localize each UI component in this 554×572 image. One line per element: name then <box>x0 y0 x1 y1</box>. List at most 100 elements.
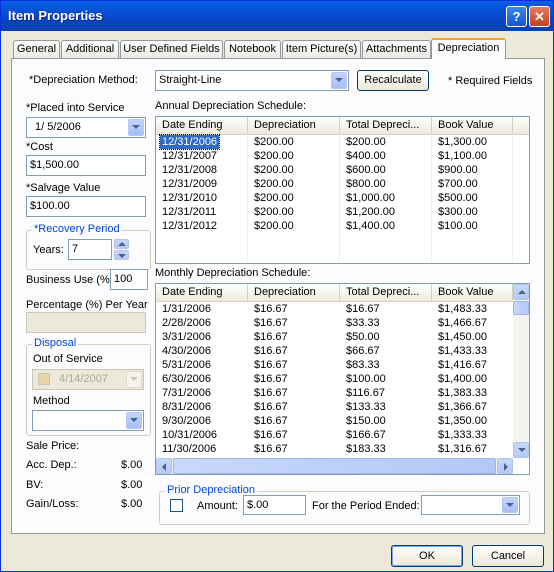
monthly-table-cell: $83.33 <box>346 359 380 371</box>
prior-period-select[interactable] <box>421 495 520 515</box>
annual-col-depreciation[interactable]: Depreciation <box>248 117 340 134</box>
stepper-up-icon[interactable] <box>114 239 129 249</box>
item-properties-window: Item Properties ? ✕ General Additional U… <box>0 0 554 572</box>
monthly-table-cell: $1,450.00 <box>438 331 487 343</box>
percentage-per-year-label: Percentage (%) Per Year <box>26 299 148 311</box>
business-use-label: Business Use (%) <box>26 274 114 286</box>
years-stepper[interactable] <box>114 239 129 260</box>
monthly-table-row[interactable]: 7/31/2006 $16.67 $116.67 $1,383.33 <box>156 386 513 400</box>
annual-col-book-value[interactable]: Book Value <box>432 117 513 134</box>
monthly-table-row[interactable]: 2/28/2006 $16.67 $33.33 $1,466.67 <box>156 316 513 330</box>
monthly-table-row[interactable]: 1/31/2006 $16.67 $16.67 $1,483.33 <box>156 302 513 316</box>
monthly-table-cell: $1,483.33 <box>438 303 487 315</box>
cancel-button[interactable]: Cancel <box>472 545 544 567</box>
depreciation-method-select[interactable]: Straight-Line <box>155 70 349 91</box>
years-label: Years: <box>33 244 64 256</box>
tab-item-pictures[interactable]: Item Picture(s) <box>282 40 361 58</box>
annual-table-row[interactable]: 12/31/2009 $200.00 $800.00 $700.00 <box>156 177 513 191</box>
tab-attachments[interactable]: Attachments <box>362 40 431 58</box>
cost-label: *Cost <box>26 141 53 153</box>
chevron-down-icon[interactable] <box>126 412 142 429</box>
monthly-table-cell: $1,366.67 <box>438 401 487 413</box>
horizontal-scroll-thumb[interactable] <box>173 458 496 474</box>
monthly-table-row[interactable]: 8/31/2006 $16.67 $133.33 $1,366.67 <box>156 400 513 414</box>
help-button[interactable]: ? <box>506 6 527 27</box>
annual-table-row[interactable]: 12/31/2012 $200.00 $1,400.00 $100.00 <box>156 219 513 233</box>
chevron-down-icon[interactable] <box>128 119 144 136</box>
monthly-table-cell: 7/31/2006 <box>162 387 211 399</box>
monthly-table-row[interactable]: 10/31/2006 $16.67 $166.67 $1,333.33 <box>156 428 513 442</box>
annual-table-row[interactable]: 12/31/2008 $200.00 $600.00 $900.00 <box>156 163 513 177</box>
out-of-service-checkbox[interactable] <box>38 373 50 385</box>
recovery-period-title: *Recovery Period <box>32 223 122 235</box>
years-field[interactable]: 7 <box>68 239 112 260</box>
scroll-down-icon[interactable] <box>513 442 529 458</box>
monthly-col-total-depreciation[interactable]: Total Depreci... <box>340 284 432 301</box>
monthly-table-cell: 5/31/2006 <box>162 359 211 371</box>
title-bar[interactable]: Item Properties ? ✕ <box>1 1 553 31</box>
monthly-horizontal-scrollbar[interactable] <box>156 458 513 474</box>
placed-into-service-date[interactable]: 1/ 5/2006 <box>26 117 146 138</box>
annual-col-date-ending[interactable]: Date Ending <box>156 117 248 134</box>
monthly-col-book-value[interactable]: Book Value <box>432 284 513 301</box>
annual-table-cell: $200.00 <box>254 178 294 190</box>
monthly-table-row[interactable]: 3/31/2006 $16.67 $50.00 $1,450.00 <box>156 330 513 344</box>
monthly-vertical-scrollbar[interactable] <box>513 284 529 458</box>
monthly-table-cell: $16.67 <box>254 331 288 343</box>
monthly-table-row[interactable]: 5/31/2006 $16.67 $83.33 $1,416.67 <box>156 358 513 372</box>
tab-notebook[interactable]: Notebook <box>224 40 281 58</box>
monthly-table-row[interactable]: 6/30/2006 $16.67 $100.00 $1,400.00 <box>156 372 513 386</box>
scroll-up-icon[interactable] <box>513 284 529 300</box>
monthly-col-date-ending[interactable]: Date Ending <box>156 284 248 301</box>
cost-field[interactable]: $1,500.00 <box>26 155 146 176</box>
business-use-field[interactable]: 100 <box>110 269 148 290</box>
monthly-table-cell: $166.67 <box>346 429 386 441</box>
annual-col-total-depreciation[interactable]: Total Depreci... <box>340 117 432 134</box>
disposal-method-select[interactable] <box>32 410 144 431</box>
monthly-table-cell: $16.67 <box>254 345 288 357</box>
annual-table-cell: $1,200.00 <box>346 206 395 218</box>
monthly-table-cell: $1,316.67 <box>438 443 487 455</box>
chevron-down-icon[interactable] <box>502 497 518 513</box>
annual-schedule-title: Annual Depreciation Schedule: <box>155 100 307 112</box>
annual-table-cell: $200.00 <box>254 150 294 162</box>
chevron-down-icon <box>126 371 142 388</box>
sale-price-label: Sale Price: <box>26 440 80 452</box>
monthly-table-cell: 8/31/2006 <box>162 401 211 413</box>
tab-general[interactable]: General <box>13 40 60 58</box>
tab-additional[interactable]: Additional <box>61 40 119 58</box>
monthly-table-cell: $100.00 <box>346 373 386 385</box>
monthly-col-depreciation[interactable]: Depreciation <box>248 284 340 301</box>
annual-table-row[interactable]: 12/31/2011 $200.00 $1,200.00 $300.00 <box>156 205 513 219</box>
recalculate-button[interactable]: Recalculate <box>357 70 429 91</box>
monthly-table-cell: 11/30/2006 <box>162 443 217 455</box>
prior-amount-field[interactable]: $.00 <box>243 495 306 515</box>
monthly-schedule-title: Monthly Depreciation Schedule: <box>155 267 311 279</box>
annual-table-row[interactable]: 12/31/2006 $200.00 $200.00 $1,300.00 <box>156 134 513 150</box>
annual-schedule-table[interactable]: Date Ending Depreciation Total Depreci..… <box>155 116 530 264</box>
monthly-schedule-table[interactable]: Date Ending Depreciation Total Depreci..… <box>155 283 530 475</box>
scroll-left-icon[interactable] <box>156 458 172 474</box>
monthly-table-row[interactable]: 4/30/2006 $16.67 $66.67 $1,433.33 <box>156 344 513 358</box>
ok-button[interactable]: OK <box>391 545 463 567</box>
scroll-right-icon[interactable] <box>497 458 513 474</box>
tab-depreciation[interactable]: Depreciation <box>431 38 506 59</box>
annual-table-row[interactable]: 12/31/2007 $200.00 $400.00 $1,100.00 <box>156 149 513 163</box>
monthly-table-cell: $1,466.67 <box>438 317 487 329</box>
annual-table-cell: $300.00 <box>438 206 478 218</box>
prior-depreciation-checkbox[interactable] <box>170 499 183 512</box>
stepper-down-icon[interactable] <box>114 250 129 260</box>
close-button[interactable]: ✕ <box>529 6 550 27</box>
tab-user-defined-fields[interactable]: User Defined Fields <box>120 40 223 58</box>
monthly-table-row[interactable]: 11/30/2006 $16.67 $183.33 $1,316.67 <box>156 442 513 456</box>
monthly-table-cell: $1,416.67 <box>438 359 487 371</box>
gain-loss-value: $.00 <box>121 498 143 510</box>
monthly-table-row[interactable]: 9/30/2006 $16.67 $150.00 $1,350.00 <box>156 414 513 428</box>
vertical-scroll-thumb[interactable] <box>513 301 529 315</box>
salvage-value-field[interactable]: $100.00 <box>26 196 146 217</box>
placed-into-service-label: *Placed into Service <box>26 102 125 114</box>
annual-table-row[interactable]: 12/31/2010 $200.00 $1,000.00 $500.00 <box>156 191 513 205</box>
annual-table-cell: 12/31/2008 <box>162 164 218 176</box>
chevron-down-icon[interactable] <box>331 72 347 89</box>
annual-table-cell: 12/31/2011 <box>162 206 217 218</box>
